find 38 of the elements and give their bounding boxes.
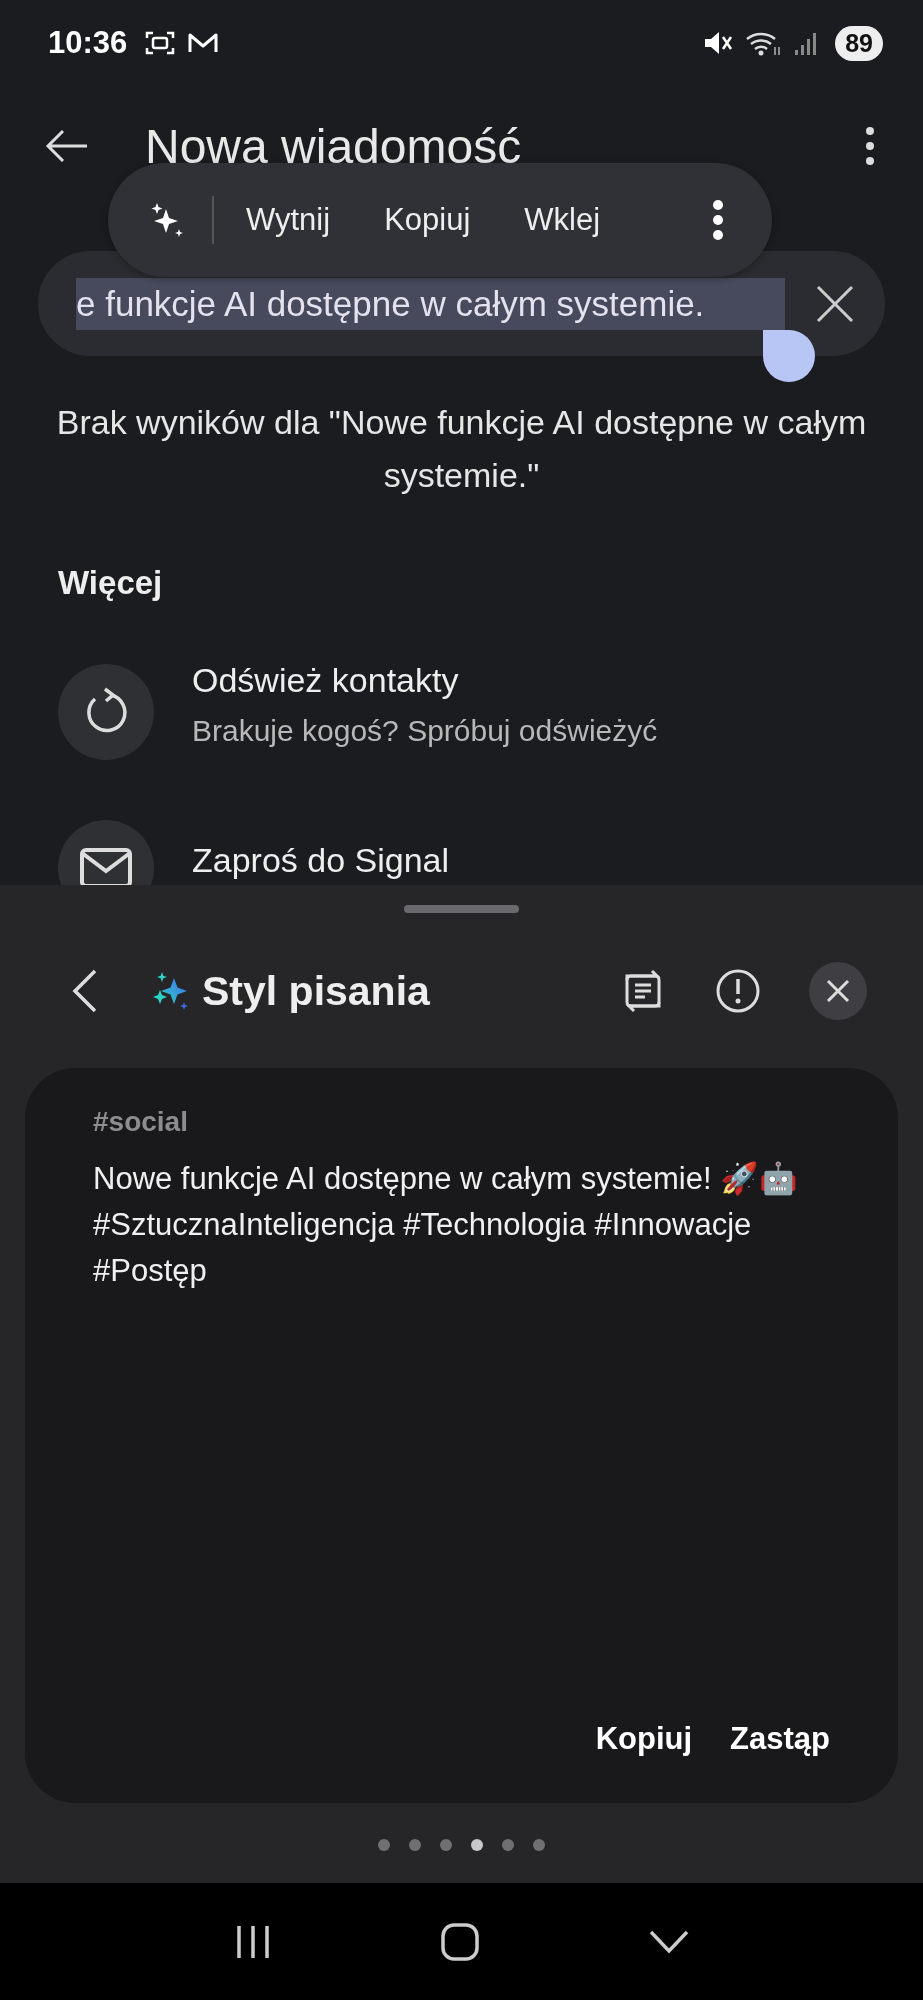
page-dot[interactable]: [502, 1839, 514, 1851]
more-icon[interactable]: [865, 126, 875, 166]
search-text: e funkcje AI dostępne w całym systemie.: [76, 277, 785, 330]
drag-handle[interactable]: [404, 905, 519, 913]
style-tag: #social: [93, 1106, 830, 1138]
action-title[interactable]: Zaproś do Signal: [192, 840, 450, 880]
menu-item[interactable]: Wklej: [524, 202, 601, 238]
mute-icon: [703, 30, 734, 56]
sheet-title: Styl pisania: [202, 967, 430, 1015]
page-dot[interactable]: [409, 1839, 421, 1851]
back-icon[interactable]: [45, 128, 89, 164]
action-button[interactable]: Kopiuj: [595, 1721, 693, 1757]
menu-item[interactable]: Kopiuj: [384, 202, 471, 238]
info-icon[interactable]: [715, 968, 761, 1014]
close-icon[interactable]: [815, 283, 855, 324]
page-dot[interactable]: [440, 1839, 452, 1851]
envelope-icon: [79, 847, 133, 885]
hide-keyboard-icon[interactable]: [648, 1929, 689, 1954]
action-button[interactable]: Zastąp: [730, 1721, 830, 1757]
mail-icon: [187, 31, 220, 55]
action-subtitle: Brakuje kogoś? Spróbuj odświeżyć: [192, 713, 658, 748]
section-heading: Więcej: [58, 564, 164, 602]
screen-title: Nowa wiadomość: [145, 118, 523, 174]
close-icon: [826, 979, 850, 1003]
action-title[interactable]: Odśwież kontakty: [192, 660, 658, 700]
more-icon[interactable]: [712, 199, 724, 241]
page-dot[interactable]: [378, 1839, 390, 1851]
page-dot[interactable]: [533, 1839, 545, 1851]
back-icon[interactable]: [72, 969, 98, 1013]
clock: 10:36: [48, 25, 128, 61]
menu-item[interactable]: Wytnij: [246, 202, 331, 238]
selection-handle[interactable]: [763, 330, 815, 382]
home-icon[interactable]: [440, 1921, 481, 1962]
battery-level: 89: [835, 25, 883, 61]
screenshot-icon: [145, 30, 176, 56]
rewritten-text: Nowe funkcje AI dostępne w całym systemie! 🚀🤖 #SztucznaInteligencja #Technologia #Innowacje #Postęp: [93, 1160, 800, 1290]
no-results-message: Brak wyników dla "Nowe funkcje AI dostępne w całym systemie.": [55, 402, 868, 496]
page-dot[interactable]: [471, 1839, 483, 1851]
